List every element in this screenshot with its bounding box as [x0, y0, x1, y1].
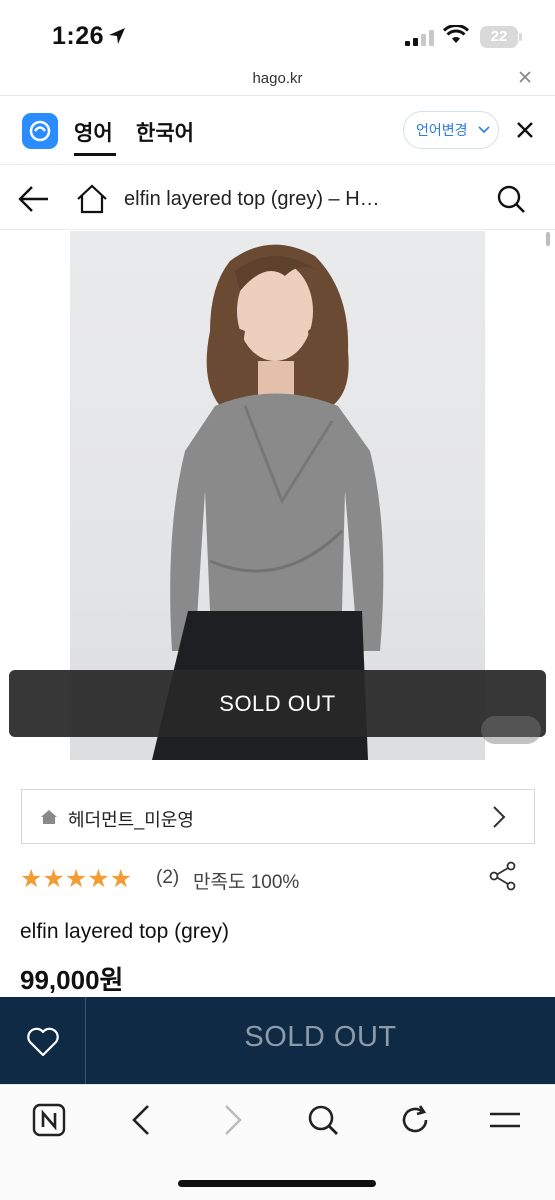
- translate-logo-icon: [22, 113, 58, 149]
- status-bar: 1:26 22: [0, 0, 555, 70]
- search-icon[interactable]: [496, 184, 526, 214]
- url-text[interactable]: hago.kr: [0, 70, 555, 87]
- shop-name: 헤더먼트_미운영: [68, 810, 194, 830]
- back-arrow-icon[interactable]: [130, 1103, 152, 1137]
- tab-active-underline: [74, 153, 116, 156]
- chevron-right-icon: [493, 806, 506, 828]
- signal-icon: [405, 30, 434, 46]
- sold-out-button[interactable]: SOLD OUT: [86, 997, 555, 1084]
- review-count: (2): [156, 867, 180, 888]
- naver-icon[interactable]: [32, 1103, 66, 1137]
- chevron-down-icon: [478, 126, 490, 134]
- close-icon[interactable]: [518, 70, 532, 84]
- page-header: elfin layered top (grey) – H…: [0, 166, 555, 230]
- sold-out-overlay: SOLD OUT: [9, 670, 546, 737]
- reload-icon[interactable]: [398, 1103, 432, 1137]
- battery-icon: 22: [480, 26, 518, 48]
- url-bar[interactable]: hago.kr: [0, 62, 555, 96]
- change-language-label: 언어변경: [416, 122, 468, 138]
- shop-home-icon: [41, 810, 57, 824]
- battery-level: 22: [490, 28, 508, 45]
- share-icon[interactable]: [488, 861, 518, 891]
- wifi-icon: [443, 25, 469, 43]
- close-icon[interactable]: [516, 121, 534, 139]
- back-arrow-icon[interactable]: [18, 184, 50, 214]
- status-time: 1:26: [52, 22, 105, 50]
- tab-korean[interactable]: 한국어: [136, 117, 194, 147]
- scrollbar-thumb[interactable]: [546, 232, 550, 246]
- forward-arrow-icon[interactable]: [222, 1103, 244, 1137]
- location-arrow-icon: [109, 28, 125, 44]
- home-indicator: [178, 1180, 376, 1187]
- rating-stars: ★★★★★: [20, 865, 133, 893]
- battery-nub: [519, 33, 522, 41]
- page-title: elfin layered top (grey) – H…: [124, 188, 380, 210]
- home-icon[interactable]: [76, 184, 108, 214]
- wishlist-button[interactable]: [0, 997, 86, 1084]
- heart-icon: [27, 1027, 59, 1057]
- translate-bar: 영어 한국어 언어변경: [0, 97, 555, 165]
- tab-english[interactable]: 영어: [74, 117, 113, 147]
- shop-link[interactable]: 헤더먼트_미운영: [21, 789, 535, 844]
- search-icon[interactable]: [306, 1103, 340, 1137]
- product-price: 99,000원: [20, 965, 124, 995]
- product-name: elfin layered top (grey): [20, 920, 229, 943]
- satisfaction: 만족도 100%: [193, 872, 300, 893]
- image-pager-pill[interactable]: [481, 716, 541, 744]
- change-language-button[interactable]: 언어변경: [403, 111, 499, 149]
- menu-icon[interactable]: [488, 1103, 522, 1137]
- purchase-bar: SOLD OUT: [0, 997, 555, 1084]
